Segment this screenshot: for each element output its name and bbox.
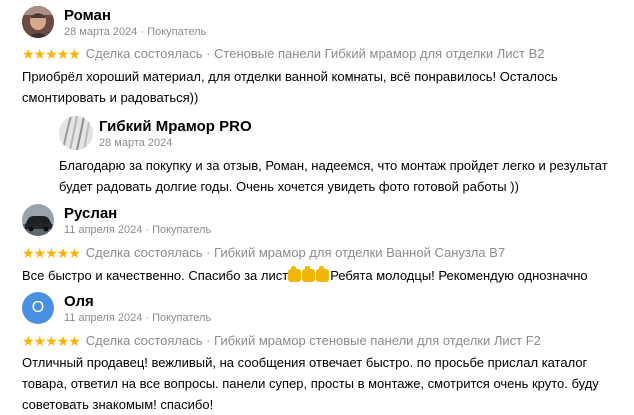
review-text-part: Все быстро и качественно. Спасибо за лис…: [22, 268, 289, 283]
thumbs-up-icon: [302, 266, 316, 282]
reviewer-name[interactable]: Оля: [64, 293, 94, 311]
reviewer-name[interactable]: Роман: [64, 7, 111, 25]
review-text-line: Отличный продавец! вежливый, на сообщени…: [22, 355, 588, 370]
star-rating-icon: ★★★★★: [22, 46, 81, 62]
deal-info[interactable]: Сделка состоялась · Гибкий мрамор стенов…: [86, 333, 541, 348]
review-meta: 28 марта 2024 · Покупатель: [64, 26, 207, 38]
avatar-roman[interactable]: [22, 6, 54, 38]
reply-text: Благодарю за покупку и за отзыв, Роман, …: [59, 155, 629, 197]
star-rating-icon: ★★★★★: [22, 333, 81, 349]
reply-text-line: будет радовать долгие годы. Очень хочетс…: [59, 179, 519, 194]
review-text: Все быстро и качественно. Спасибо за лис…: [22, 265, 632, 286]
rating-line: ★★★★★ Сделка состоялась · Гибкий мрамор д…: [22, 245, 505, 261]
deal-info[interactable]: Сделка состоялась · Стеновые панели Гибк…: [86, 46, 545, 61]
marble-logo-icon: [59, 116, 93, 150]
review-text-part: Ребята молодцы! Рекомендую однозначно: [330, 268, 588, 283]
review-text-line: смонтировать и радоваться)): [22, 90, 199, 105]
review-text-line: товара, ответил на все вопросы. панели с…: [22, 376, 599, 391]
avatar-olya[interactable]: О: [22, 292, 54, 324]
thumbs-up-icon: [316, 266, 330, 282]
car-photo-icon: [22, 204, 54, 236]
review-text: Приобрёл хороший материал, для отделки в…: [22, 66, 622, 108]
deal-info[interactable]: Сделка состоялась · Гибкий мрамор для от…: [86, 245, 505, 260]
rating-line: ★★★★★ Сделка состоялась · Гибкий мрамор с…: [22, 333, 541, 349]
thumbs-up-icon: [288, 266, 302, 282]
avatar-ruslan[interactable]: [22, 204, 54, 236]
reply-text-line: Благодарю за покупку и за отзыв, Роман, …: [59, 158, 608, 173]
seller-avatar[interactable]: [59, 116, 93, 150]
star-rating-icon: ★★★★★: [22, 245, 81, 261]
review-text: Отличный продавец! вежливый, на сообщени…: [22, 352, 632, 415]
review-text-line: советовать знакомым! спасибо!: [22, 397, 214, 412]
review-meta: 11 апреля 2024 · Покупатель: [64, 312, 212, 324]
avatar-letter: О: [31, 299, 45, 316]
review-text-line: Приобрёл хороший материал, для отделки в…: [22, 69, 558, 84]
review-meta: 11 апреля 2024 · Покупатель: [64, 224, 212, 236]
reply-date: 28 марта 2024: [99, 137, 173, 149]
reviewer-name[interactable]: Руслан: [64, 205, 117, 223]
user-photo-icon: [22, 6, 54, 38]
rating-line: ★★★★★ Сделка состоялась · Стеновые панели…: [22, 46, 545, 62]
seller-name[interactable]: Гибкий Мрамор PRO: [99, 118, 252, 136]
